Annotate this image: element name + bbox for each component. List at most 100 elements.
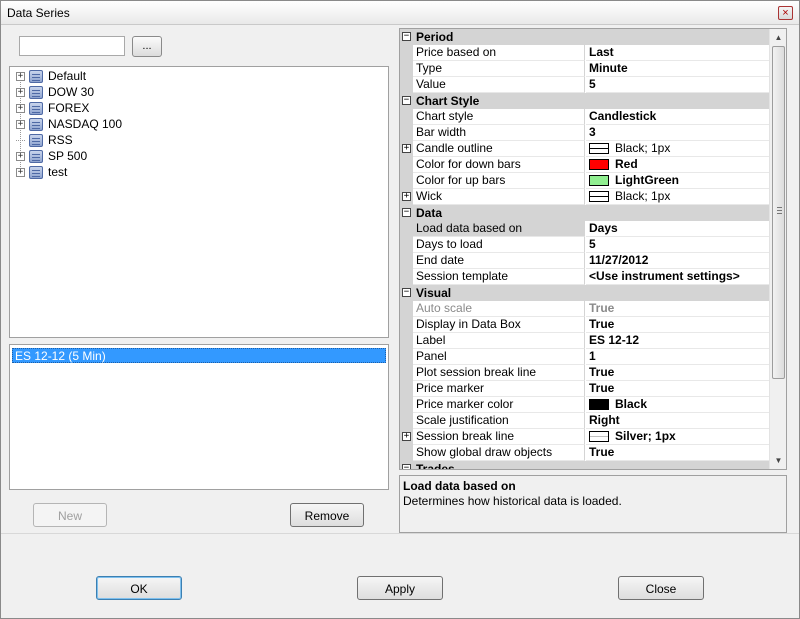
collapse-icon[interactable]: − [402,464,411,469]
tree-item-dow-30[interactable]: + DOW 30 [16,84,94,100]
prop-value[interactable]: Black; 1px [586,189,769,205]
prop-days-to-load[interactable]: Days to load 5 [400,237,769,253]
prop-color-up-bars[interactable]: Color for up bars LightGreen [400,173,769,189]
prop-price-based-on[interactable]: Price based on Last [400,45,769,61]
prop-wick[interactable]: + Wick Black; 1px [400,189,769,205]
expand-icon[interactable]: + [16,167,25,177]
prop-price-marker-color[interactable]: Price marker color Black [400,397,769,413]
prop-value[interactable]: LightGreen [586,173,769,189]
prop-value[interactable]: Black [586,397,769,413]
collapse-icon[interactable]: − [402,208,411,217]
prop-value[interactable]: Minute [586,61,769,77]
prop-type[interactable]: Type Minute [400,61,769,77]
prop-value[interactable]: 1 [586,349,769,365]
property-grid-scrollbar[interactable]: ▲ ▼ [769,29,786,469]
prop-value[interactable]: Black; 1px [586,141,769,157]
prop-value[interactable]: Right [586,413,769,429]
title-bar[interactable]: Data Series × [1,1,799,25]
row-gutter [400,397,413,413]
scroll-down-icon[interactable]: ▼ [770,452,786,469]
expand-icon[interactable]: + [402,144,411,153]
prop-panel[interactable]: Panel 1 [400,349,769,365]
prop-plot-session-break-line[interactable]: Plot session break line True [400,365,769,381]
tree-item-label: DOW 30 [48,85,95,99]
tree-item-default[interactable]: + Default [16,68,86,84]
database-icon [29,69,43,83]
collapse-icon[interactable]: − [402,32,411,41]
row-gutter [400,253,413,269]
series-item[interactable]: ES 12-12 (5 Min) [12,348,386,363]
window-title: Data Series [7,6,70,20]
tree-item-test[interactable]: + test [16,164,67,180]
prop-value[interactable]: True [586,445,769,461]
prop-session-break-line[interactable]: + Session break line Silver; 1px [400,429,769,445]
prop-value[interactable]: True [586,365,769,381]
tree-item-sp-500[interactable]: + SP 500 [16,148,87,164]
instrument-list-tree[interactable]: + Default + DOW 30 + FOREX + NASDAQ 100 [9,66,389,338]
prop-value[interactable]: Silver; 1px [586,429,769,445]
collapse-icon[interactable]: − [402,96,411,105]
prop-value[interactable]: True [586,381,769,397]
prop-name: Session break line [413,429,585,445]
apply-button[interactable]: Apply [357,576,443,600]
prop-value[interactable]: ES 12-12 [586,333,769,349]
category-trades[interactable]: − Trades [400,461,769,469]
prop-name: Label [413,333,585,349]
prop-bar-width[interactable]: Bar width 3 [400,125,769,141]
collapse-icon[interactable]: − [402,288,411,297]
row-gutter [400,173,413,189]
instrument-search-input[interactable] [19,36,125,56]
close-icon[interactable]: × [778,6,793,20]
database-icon [29,101,43,115]
expand-icon[interactable]: + [16,103,25,113]
category-visual[interactable]: − Visual [400,285,769,301]
expand-icon[interactable]: + [402,432,411,441]
prop-candle-outline[interactable]: + Candle outline Black; 1px [400,141,769,157]
prop-value[interactable]: 3 [586,125,769,141]
expand-icon[interactable]: + [16,71,25,81]
prop-value[interactable]: Days [586,221,769,237]
grip-icon [777,207,782,214]
prop-value[interactable]: Candlestick [586,109,769,125]
prop-chart-style[interactable]: Chart style Candlestick [400,109,769,125]
category-data[interactable]: − Data [400,205,769,221]
browse-button[interactable]: ... [132,36,162,57]
prop-value[interactable]: Value 5 [400,77,769,93]
expand-icon[interactable]: + [16,151,25,161]
prop-display-in-data-box[interactable]: Display in Data Box True [400,317,769,333]
expand-icon[interactable]: + [16,87,25,97]
prop-end-date[interactable]: End date 11/27/2012 [400,253,769,269]
category-chart-style[interactable]: − Chart Style [400,93,769,109]
prop-value[interactable]: 5 [586,77,769,93]
ok-button[interactable]: OK [96,576,182,600]
prop-color-down-bars[interactable]: Color for down bars Red [400,157,769,173]
prop-value[interactable]: <Use instrument settings> [586,269,769,285]
prop-value[interactable]: 5 [586,237,769,253]
tree-item-label: FOREX [48,101,90,115]
prop-label[interactable]: Label ES 12-12 [400,333,769,349]
prop-price-marker[interactable]: Price marker True [400,381,769,397]
new-button[interactable]: New [33,503,107,527]
prop-value[interactable]: 11/27/2012 [586,253,769,269]
prop-show-global-draw-objects[interactable]: Show global draw objects True [400,445,769,461]
prop-name: Show global draw objects [413,445,585,461]
prop-scale-justification[interactable]: Scale justification Right [400,413,769,429]
prop-value[interactable]: Red [586,157,769,173]
prop-name: Color for down bars [413,157,585,173]
tree-item-nasdaq-100[interactable]: + NASDAQ 100 [16,116,122,132]
close-button[interactable]: Close [618,576,704,600]
prop-session-template[interactable]: Session template <Use instrument setting… [400,269,769,285]
scroll-thumb[interactable] [772,46,785,379]
tree-item-rss[interactable]: RSS [16,132,73,148]
expand-icon[interactable]: + [16,119,25,129]
tree-item-forex[interactable]: + FOREX [16,100,89,116]
scroll-up-icon[interactable]: ▲ [770,29,786,46]
prop-value[interactable]: True [586,317,769,333]
prop-value[interactable]: Last [586,45,769,61]
expand-icon[interactable]: + [402,192,411,201]
category-period[interactable]: − Period [400,29,769,45]
prop-auto-scale[interactable]: Auto scale True [400,301,769,317]
prop-load-data-based-on[interactable]: Load data based on Days [400,221,769,237]
selected-series-list[interactable]: ES 12-12 (5 Min) [9,344,389,490]
remove-button[interactable]: Remove [290,503,364,527]
